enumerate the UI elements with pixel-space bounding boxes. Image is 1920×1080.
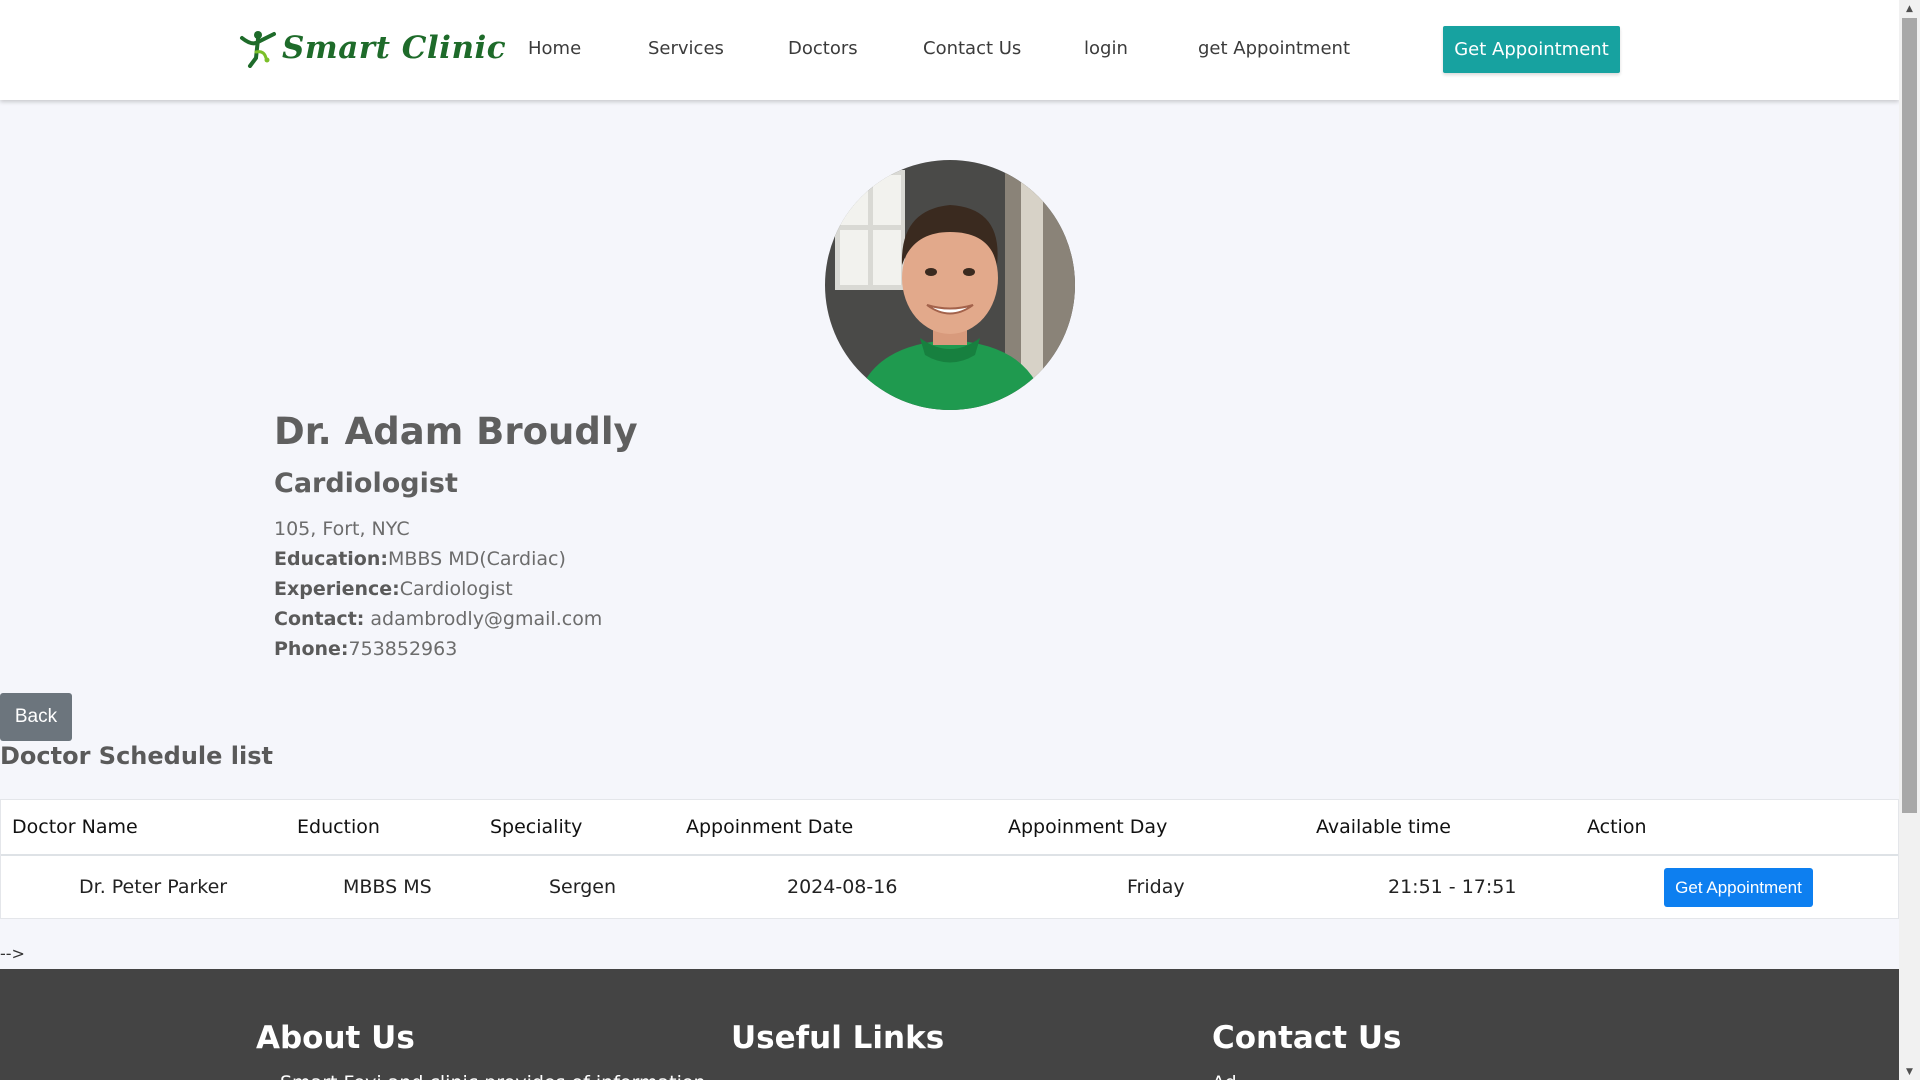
phone-value: 753852963 xyxy=(348,638,458,660)
doctor-address: 105, Fort, NYC xyxy=(274,518,410,540)
caduceus-figure-icon xyxy=(236,28,278,68)
brand-logo[interactable]: Smart Clinic xyxy=(236,26,506,70)
cell-date: 2024-08-16 xyxy=(787,876,898,898)
brand-name: Smart Clinic xyxy=(282,30,507,66)
column-header-time: Available time xyxy=(1316,816,1451,838)
experience-label: Experience: xyxy=(274,578,400,600)
phone-label: Phone: xyxy=(274,638,349,660)
column-header-day: Appoinment Day xyxy=(1008,816,1168,838)
doctor-phone-line: Phone:753852963 xyxy=(274,638,457,660)
column-header-action: Action xyxy=(1587,816,1647,838)
site-footer: About Us Smart Fevi and clinic provides … xyxy=(0,969,1899,1080)
doctor-name: Dr. Adam Broudly xyxy=(274,410,638,453)
column-header-date: Appoinment Date xyxy=(686,816,854,838)
footer-about-text: Smart Fevi and clinic provides of inform… xyxy=(280,1072,706,1080)
nav-doctors[interactable]: Doctors xyxy=(788,38,858,59)
header-get-appointment-button[interactable]: Get Appointment xyxy=(1443,26,1620,73)
nav-get-appointment[interactable]: get Appointment xyxy=(1198,38,1350,59)
triangle-down-icon[interactable]: ▼ xyxy=(1899,1063,1920,1080)
schedule-table: Doctor Name Eduction Speciality Appoinme… xyxy=(0,799,1899,919)
schedule-title: Doctor Schedule list xyxy=(0,742,273,770)
nav-home[interactable]: Home xyxy=(528,38,581,59)
footer-links-title: Useful Links xyxy=(731,1020,945,1056)
page-scrollbar[interactable]: ▲ ▼ xyxy=(1899,0,1920,1080)
doctor-contact-line: Contact: adambrodly@gmail.com xyxy=(274,608,602,630)
cell-time: 21:51 - 17:51 xyxy=(1388,876,1517,898)
scrollbar-thumb[interactable] xyxy=(1902,18,1917,813)
doctor-avatar xyxy=(825,160,1075,410)
footer-contact-title: Contact Us xyxy=(1212,1020,1402,1056)
column-header-education: Eduction xyxy=(297,816,380,838)
doctor-specialty: Cardiologist xyxy=(274,468,458,499)
cell-day: Friday xyxy=(1127,876,1185,898)
nav-login[interactable]: login xyxy=(1084,38,1128,59)
contact-label: Contact: xyxy=(274,608,365,630)
triangle-up-icon[interactable]: ▲ xyxy=(1899,0,1920,17)
back-button[interactable]: Back xyxy=(0,693,72,741)
doctor-experience-line: Experience:Cardiologist xyxy=(274,578,513,600)
site-header: Smart Clinic Home Services Doctors Conta… xyxy=(0,0,1899,100)
contact-value: adambrodly@gmail.com xyxy=(364,608,603,630)
table-row: Dr. Peter Parker MBBS MS Sergen 2024-08-… xyxy=(1,858,1898,918)
cell-speciality: Sergen xyxy=(549,876,617,898)
table-header: Doctor Name Eduction Speciality Appoinme… xyxy=(1,800,1898,856)
row-get-appointment-button[interactable]: Get Appointment xyxy=(1664,868,1813,907)
education-label: Education: xyxy=(274,548,388,570)
column-header-doctor-name: Doctor Name xyxy=(12,816,138,838)
education-value: MBBS MD(Cardiac) xyxy=(387,548,566,570)
footer-about-title: About Us xyxy=(256,1020,415,1056)
stray-comment-text: --> xyxy=(0,944,25,963)
nav-services[interactable]: Services xyxy=(648,38,724,59)
column-header-speciality: Speciality xyxy=(490,816,583,838)
footer-contact-text: Ad xyxy=(1212,1072,1237,1080)
cell-education: MBBS MS xyxy=(343,876,432,898)
experience-value: Cardiologist xyxy=(399,578,513,600)
cell-doctor-name: Dr. Peter Parker xyxy=(79,876,228,898)
nav-contact-us[interactable]: Contact Us xyxy=(923,38,1021,59)
doctor-education-line: Education:MBBS MD(Cardiac) xyxy=(274,548,566,570)
